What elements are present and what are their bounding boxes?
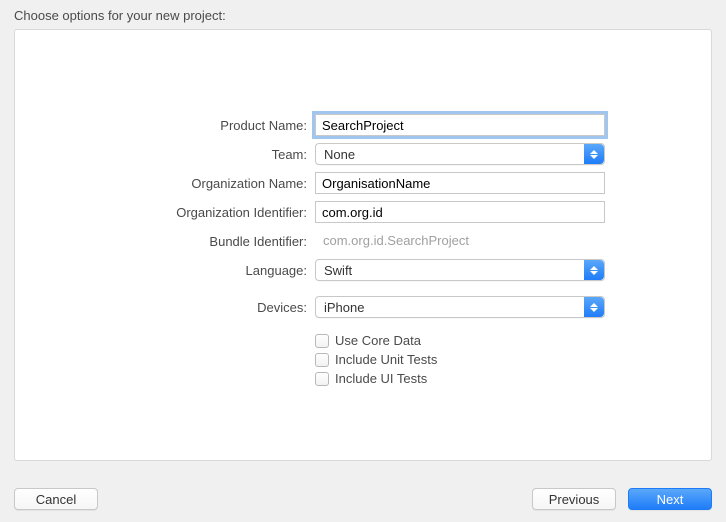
- form-panel: Product Name: Team: None Organization Na…: [14, 29, 712, 461]
- label-team: Team:: [15, 147, 315, 162]
- next-button[interactable]: Next: [628, 488, 712, 510]
- bundle-identifier-value: com.org.id.SearchProject: [315, 230, 605, 252]
- include-ui-tests-label: Include UI Tests: [335, 371, 427, 386]
- label-language: Language:: [15, 263, 315, 278]
- language-select-value: Swift: [324, 263, 352, 278]
- product-name-input[interactable]: [315, 114, 605, 136]
- label-organization-identifier: Organization Identifier:: [15, 205, 315, 220]
- dialog-title: Choose options for your new project:: [0, 0, 726, 29]
- devices-select[interactable]: iPhone: [315, 296, 605, 318]
- team-select-value: None: [324, 147, 355, 162]
- include-unit-tests-checkbox[interactable]: [315, 353, 329, 367]
- label-organization-name: Organization Name:: [15, 176, 315, 191]
- team-select[interactable]: None: [315, 143, 605, 165]
- include-ui-tests-checkbox[interactable]: [315, 372, 329, 386]
- footer: Cancel Previous Next: [14, 488, 712, 510]
- use-core-data-checkbox[interactable]: [315, 334, 329, 348]
- cancel-button[interactable]: Cancel: [14, 488, 98, 510]
- language-select[interactable]: Swift: [315, 259, 605, 281]
- label-bundle-identifier: Bundle Identifier:: [15, 234, 315, 249]
- previous-button[interactable]: Previous: [532, 488, 616, 510]
- organization-identifier-input[interactable]: [315, 201, 605, 223]
- organization-name-input[interactable]: [315, 172, 605, 194]
- updown-icon: [584, 144, 604, 164]
- devices-select-value: iPhone: [324, 300, 364, 315]
- include-unit-tests-label: Include Unit Tests: [335, 352, 437, 367]
- use-core-data-label: Use Core Data: [335, 333, 421, 348]
- label-product-name: Product Name:: [15, 118, 315, 133]
- updown-icon: [584, 297, 604, 317]
- form: Product Name: Team: None Organization Na…: [15, 114, 711, 397]
- updown-icon: [584, 260, 604, 280]
- label-devices: Devices:: [15, 300, 315, 315]
